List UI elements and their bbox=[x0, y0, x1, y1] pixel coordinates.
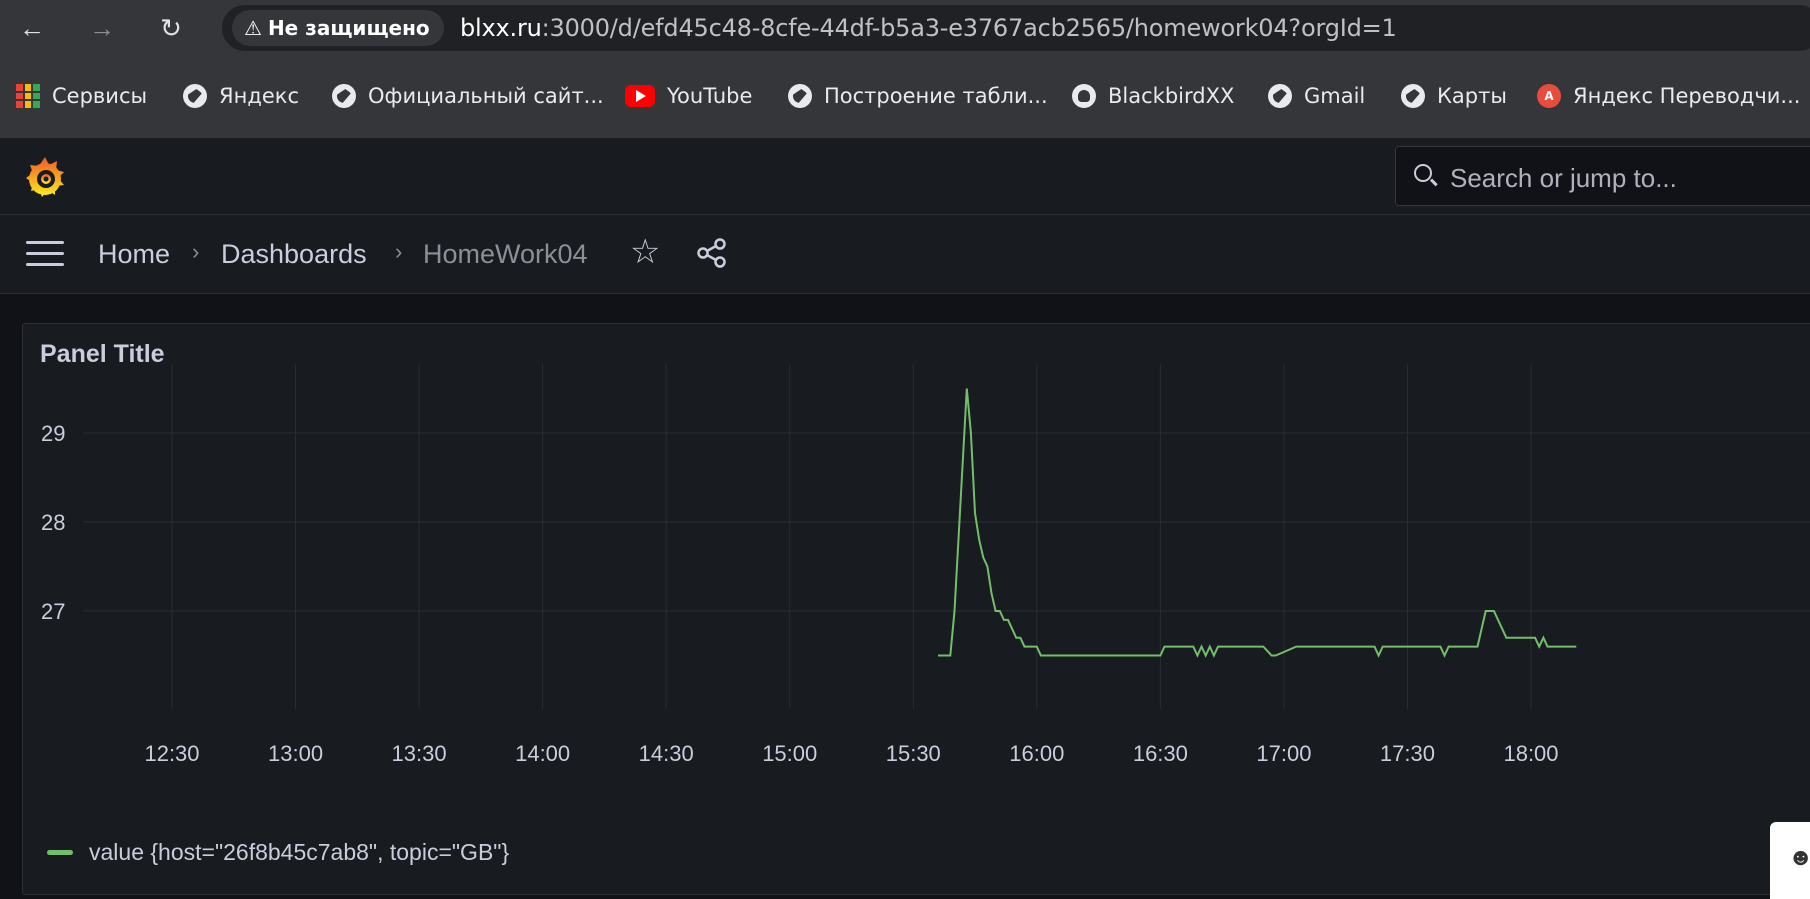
forward-arrow-icon[interactable]: → bbox=[84, 10, 120, 46]
timeseries-panel[interactable]: Panel Title 27 28 29 12:30 13:00 13:30 14:00 1… bbox=[22, 323, 1810, 895]
globe-icon bbox=[183, 84, 207, 108]
x-tick-label: 18:00 bbox=[1503, 741, 1558, 766]
x-tick-label: 17:30 bbox=[1380, 741, 1435, 766]
bookmark-official-site[interactable]: Официальный сайт... bbox=[332, 78, 604, 114]
security-label: Не защищено bbox=[267, 16, 430, 40]
x-tick-label: 14:30 bbox=[639, 741, 694, 766]
bookmarks-bar: Сервисы Яндекс Официальный сайт... YouTu… bbox=[0, 56, 1810, 138]
bookmark-maps[interactable]: Карты bbox=[1401, 78, 1507, 114]
y-tick-label: 29 bbox=[41, 421, 65, 446]
chevron-right-icon: › bbox=[192, 239, 200, 264]
bookmark-label: Сервисы bbox=[52, 84, 148, 108]
x-grid bbox=[171, 364, 1532, 709]
bookmark-label: Карты bbox=[1437, 84, 1507, 108]
x-tick-label: 12:30 bbox=[144, 741, 199, 766]
y-tick-label: 28 bbox=[41, 510, 65, 535]
translate-icon: A bbox=[1537, 84, 1561, 108]
breadcrumb-bar: Home › Dashboards › HomeWork04 ☆ bbox=[0, 215, 1810, 294]
globe-icon bbox=[1268, 84, 1292, 108]
bookmark-yandex-translate[interactable]: A Яндекс Переводчи... bbox=[1537, 78, 1800, 114]
breadcrumb-home[interactable]: Home bbox=[98, 237, 170, 271]
y-tick-label: 27 bbox=[41, 599, 65, 624]
youtube-icon bbox=[625, 85, 655, 107]
bookmark-table-builder[interactable]: Построение табли... bbox=[788, 78, 1048, 114]
legend-label: value {host="26f8b45c7ab8", topic="GB"} bbox=[89, 839, 510, 865]
apps-grid-icon bbox=[16, 84, 40, 108]
github-icon bbox=[1072, 84, 1096, 108]
bookmark-label: Построение табли... bbox=[824, 84, 1048, 108]
grafana-logo-icon[interactable] bbox=[22, 154, 68, 200]
breadcrumb-dashboards[interactable]: Dashboards bbox=[221, 237, 367, 271]
security-indicator[interactable]: ⚠ Не защищено bbox=[232, 10, 444, 46]
y-grid bbox=[83, 432, 1810, 612]
bookmark-label: Яндекс bbox=[219, 84, 299, 108]
star-icon[interactable]: ☆ bbox=[630, 234, 660, 270]
bookmark-label: Gmail bbox=[1304, 84, 1366, 108]
user-icon: ☻ bbox=[1788, 844, 1810, 871]
x-tick-label: 13:00 bbox=[268, 741, 323, 766]
bookmark-youtube[interactable]: YouTube bbox=[625, 78, 752, 114]
x-tick-label: 15:30 bbox=[886, 741, 941, 766]
x-axis-labels: 12:30 13:00 13:30 14:00 14:30 15:00 15:30 16:00… bbox=[144, 741, 1558, 766]
globe-icon bbox=[1401, 84, 1425, 108]
back-arrow-icon[interactable]: ← bbox=[14, 10, 50, 46]
bookmark-yandex[interactable]: Яндекс bbox=[183, 78, 299, 114]
bookmark-gmail[interactable]: Gmail bbox=[1268, 78, 1365, 114]
x-tick-label: 16:00 bbox=[1009, 741, 1064, 766]
search-input[interactable]: Search or jump to... bbox=[1395, 146, 1810, 206]
legend-swatch bbox=[47, 850, 73, 855]
x-tick-label: 14:00 bbox=[515, 741, 570, 766]
bookmark-services[interactable]: Сервисы bbox=[16, 78, 147, 114]
browser-toolbar: ← → ↻ ⚠ Не защищено blxx.ru:3000/d/efd45c… bbox=[0, 0, 1810, 56]
bookmark-label: Официальный сайт... bbox=[368, 84, 604, 108]
menu-icon[interactable] bbox=[26, 241, 64, 267]
bookmark-blackbirdxx[interactable]: BlackbirdXX bbox=[1072, 78, 1234, 114]
bookmark-label: Яндекс Переводчи... bbox=[1573, 84, 1801, 108]
y-axis-labels: 27 28 29 bbox=[41, 421, 65, 624]
reload-icon[interactable]: ↻ bbox=[153, 10, 189, 46]
chevron-right-icon: › bbox=[395, 239, 403, 264]
url-host: blxx.ru bbox=[460, 14, 542, 42]
x-tick-label: 16:30 bbox=[1133, 741, 1188, 766]
bookmark-label: BlackbirdXX bbox=[1108, 84, 1235, 108]
x-tick-label: 13:30 bbox=[392, 741, 447, 766]
url-path: :3000/d/efd45c48-8cfe-44df-b5a3-e3767acb… bbox=[541, 14, 1397, 42]
breadcrumb-current-dashboard: HomeWork04 bbox=[423, 239, 588, 269]
grafana-topbar: Search or jump to... bbox=[0, 138, 1810, 215]
warning-icon: ⚠ bbox=[244, 16, 262, 40]
globe-icon bbox=[332, 84, 356, 108]
overlay-widget[interactable]: ☻ bbox=[1770, 822, 1810, 899]
x-tick-label: 15:00 bbox=[762, 741, 817, 766]
x-tick-label: 17:00 bbox=[1256, 741, 1311, 766]
search-placeholder: Search or jump to... bbox=[1450, 163, 1677, 193]
bookmark-label: YouTube bbox=[667, 84, 753, 108]
search-icon bbox=[1414, 164, 1432, 182]
legend[interactable]: value {host="26f8b45c7ab8", topic="GB"} bbox=[47, 839, 509, 866]
url-text[interactable]: blxx.ru:3000/d/efd45c48-8cfe-44df-b5a3-e… bbox=[460, 12, 1397, 44]
globe-icon bbox=[788, 84, 812, 108]
time-series-chart[interactable]: 27 28 29 12:30 13:00 13:30 14:00 14:30 15:00 15:… bbox=[23, 324, 1810, 884]
share-icon[interactable] bbox=[695, 237, 729, 269]
